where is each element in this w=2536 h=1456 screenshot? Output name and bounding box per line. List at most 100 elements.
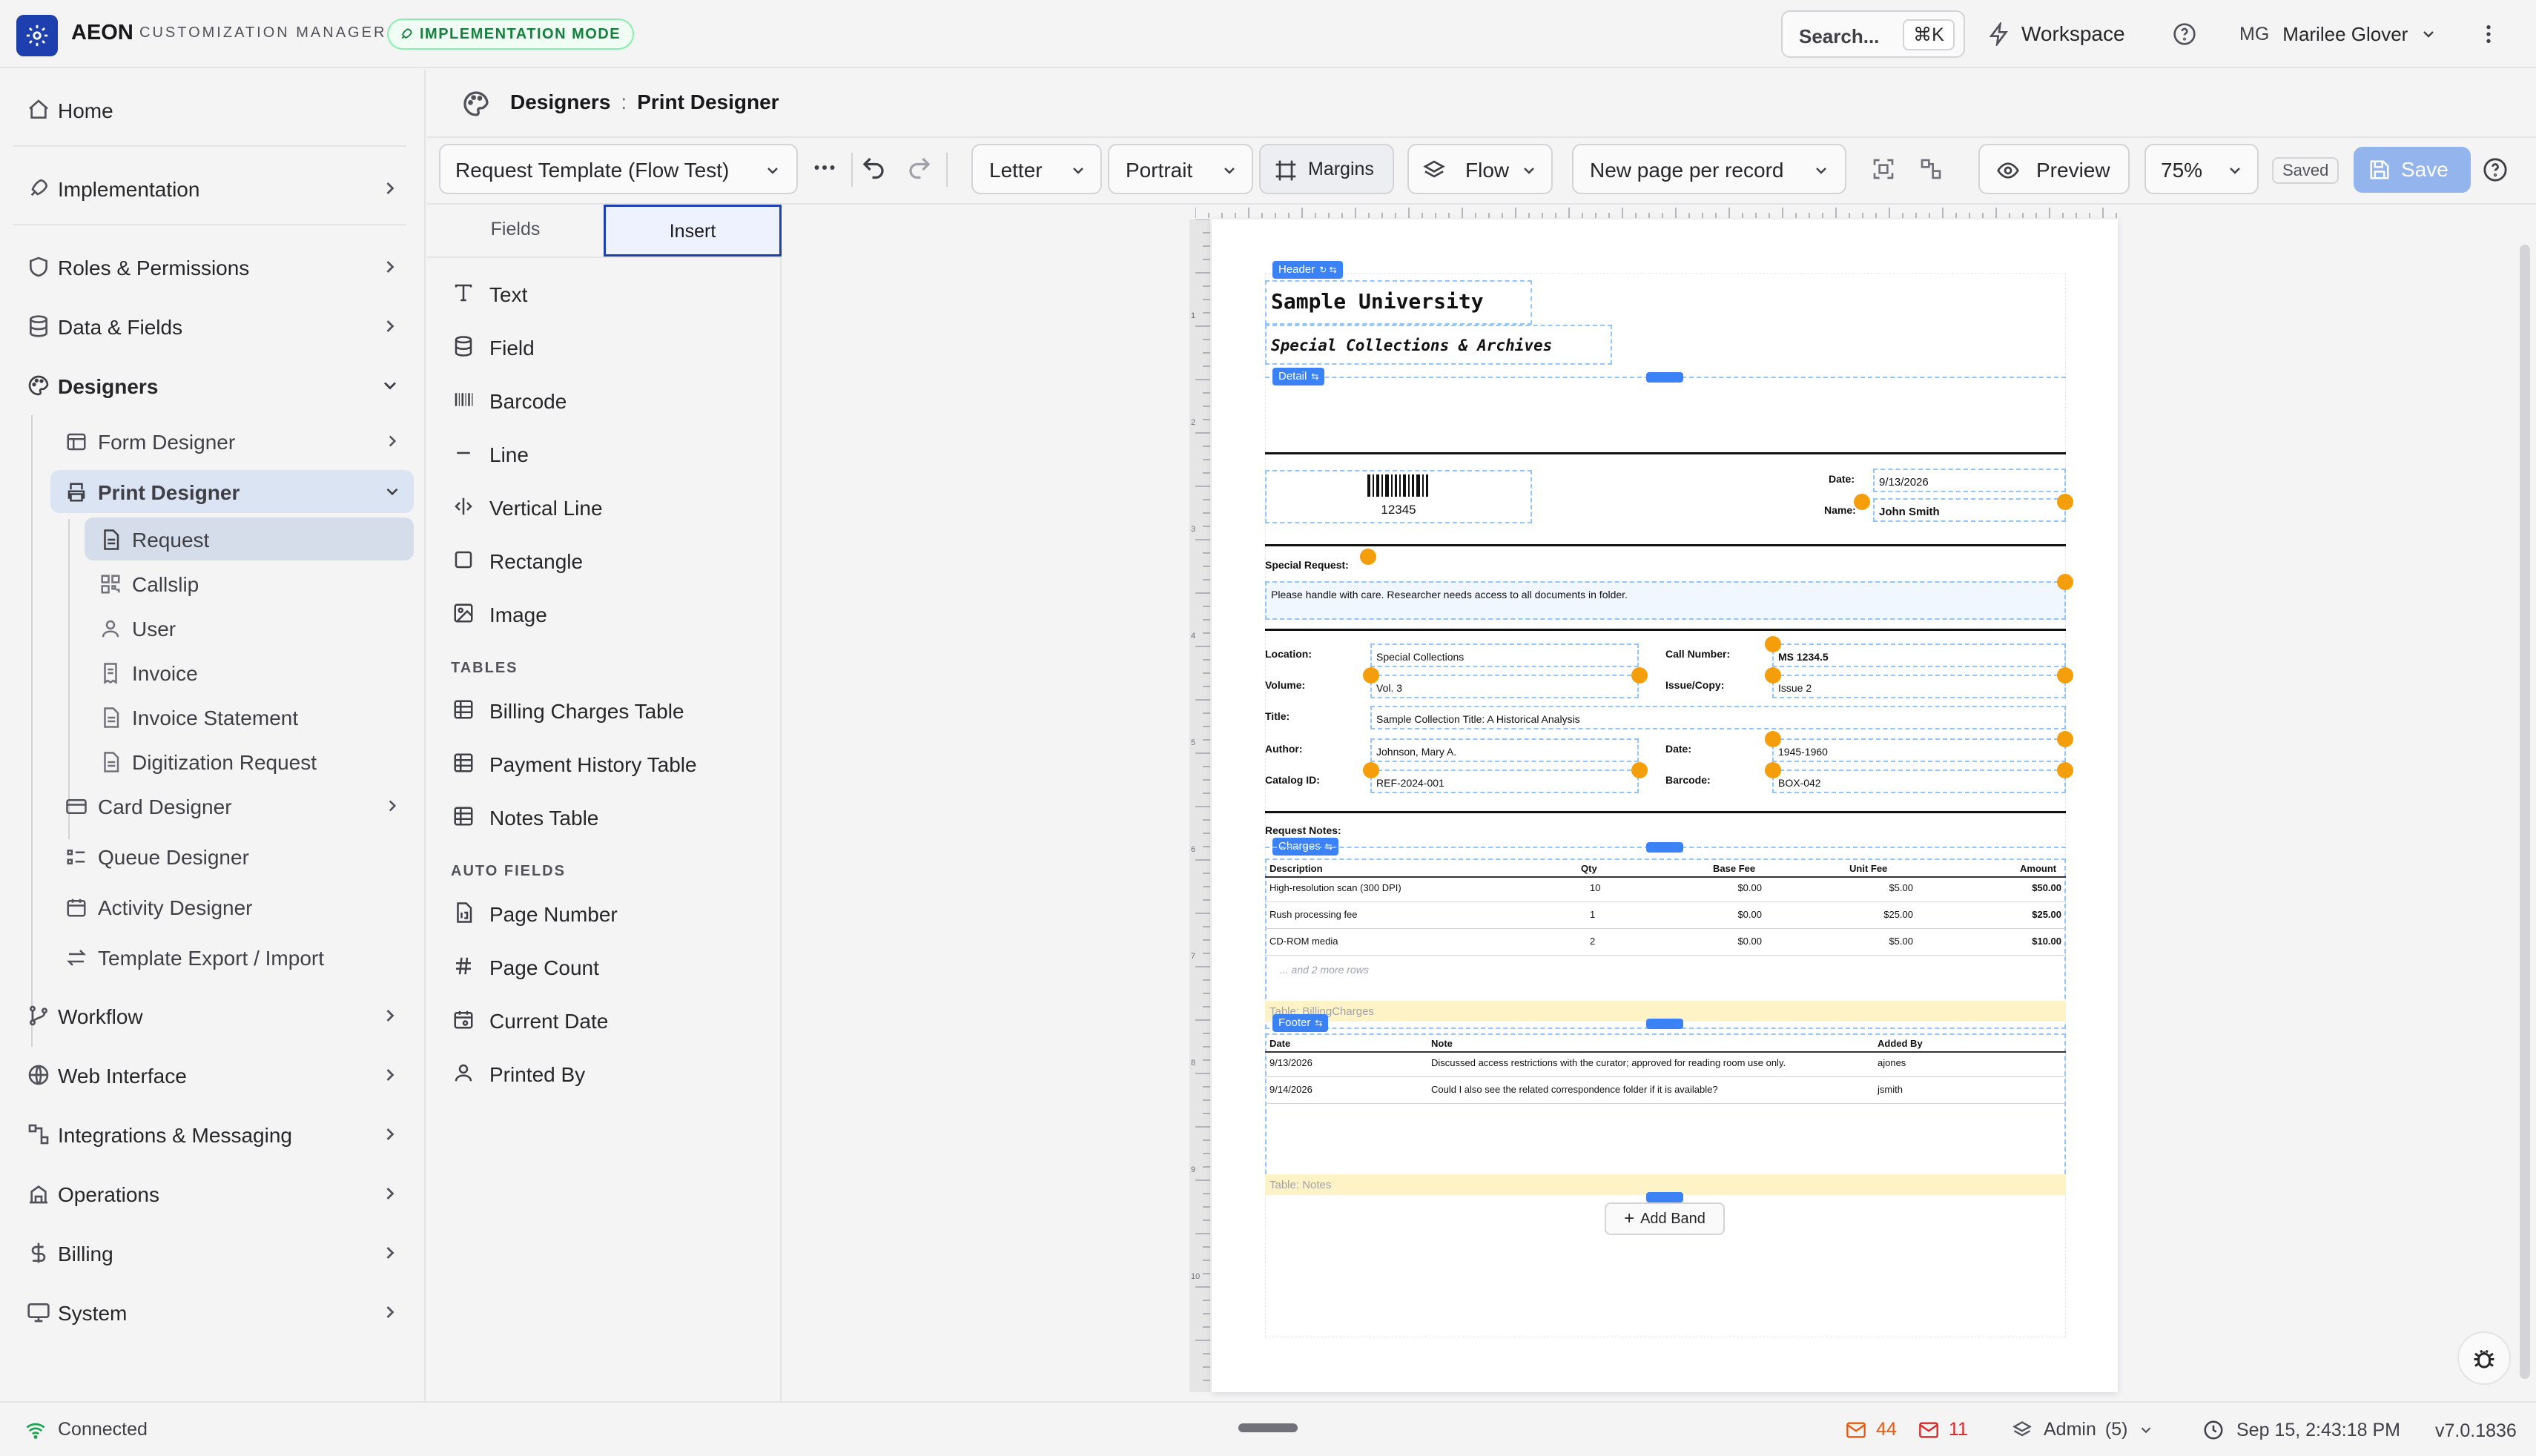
link-handle[interactable] [2057,574,2073,590]
header-band-tag[interactable]: Header ↻ ⇆ [1272,261,1343,279]
link-handle[interactable] [1765,762,1781,778]
date2-field[interactable]: 1945-1960 [1772,738,2066,762]
link-handle[interactable] [1765,667,1781,684]
print-page[interactable]: Header ↻ ⇆ Sample University Special Col… [1212,219,2118,1392]
print-item-invoice-statement[interactable]: Invoice Statement [85,695,414,738]
save-button[interactable]: Save [2354,147,2471,193]
print-item-user[interactable]: User [85,606,414,649]
barcode-box[interactable]: 12345 [1265,470,1532,523]
print-item-digitization-request[interactable]: Digitization Request [85,740,414,783]
insert-barcode[interactable]: Barcode [448,378,759,423]
insert-page-count[interactable]: Page Count [448,944,759,989]
help-button[interactable] [2173,12,2202,56]
insert-text[interactable]: Text [448,271,759,316]
insert-line[interactable]: Line [448,431,759,476]
sidebar-item-home[interactable]: Home [13,86,414,133]
canvas-scrollbar[interactable] [2520,245,2530,1379]
band-resize-handle[interactable] [1646,842,1683,853]
mail-queue-indicator[interactable]: 44 [1845,1419,1897,1440]
workspace-button[interactable]: Workspace [1987,12,2136,56]
insert-printed-by[interactable]: Printed By [448,1051,759,1096]
tab-fields[interactable]: Fields [427,205,604,257]
issue-field[interactable]: Issue 2 [1772,675,2066,698]
doc-title-box[interactable]: Sample University [1265,280,1532,325]
name-field[interactable]: John Smith [1873,498,2066,522]
redo-icon[interactable] [906,154,933,181]
band-resize-handle[interactable] [1646,1019,1683,1029]
paging-select[interactable]: New page per record [1572,144,1846,194]
call-number-field[interactable]: MS 1234.5 [1772,643,2066,667]
zoom-select[interactable]: 75% [2144,144,2259,194]
sidebar-item-template-export[interactable]: Template Export / Import [50,936,414,979]
print-item-request[interactable]: Request [85,517,414,560]
user-menu[interactable]: MG Marilee Glover [2239,12,2447,56]
sidebar-item-workflow[interactable]: Workflow [13,992,414,1039]
focus-icon[interactable] [1872,157,1895,181]
sidebar-item-form-designer[interactable]: Form Designer [50,420,414,463]
sidebar-item-billing[interactable]: Billing [13,1229,414,1277]
link-handle[interactable] [1363,762,1379,778]
special-request-box[interactable]: Please handle with care. Researcher need… [1265,581,2066,620]
link-handle[interactable] [2057,762,2073,778]
sidebar-item-activity-designer[interactable]: Activity Designer [50,885,414,928]
link-handle[interactable] [1765,731,1781,747]
sidebar-item-web-interface[interactable]: Web Interface [13,1051,414,1099]
undo-icon[interactable] [860,154,887,181]
app-logo[interactable] [16,15,58,56]
sidebar-item-data-fields[interactable]: Data & Fields [13,302,414,350]
sidebar-item-operations[interactable]: Operations [13,1170,414,1217]
layout-mode-select[interactable]: Flow [1407,144,1553,194]
link-handle[interactable] [2057,731,2073,747]
drag-handle[interactable] [1238,1423,1298,1432]
sidebar-item-designers[interactable]: Designers [13,362,414,409]
insert-vertical-line[interactable]: Vertical Line [448,485,759,529]
volume-field[interactable]: Vol. 3 [1370,675,1639,698]
link-handle[interactable] [1854,494,1870,510]
sidebar-item-print-designer[interactable]: Print Designer [50,470,414,513]
author-field[interactable]: Johnson, Mary A. [1370,738,1639,762]
detail-band-tag[interactable]: Detail ⇆ [1272,368,1325,385]
help-circle-icon[interactable] [2483,157,2508,182]
insert-image[interactable]: Image [448,592,759,636]
link-handle[interactable] [2057,667,2073,684]
sidebar-item-card-designer[interactable]: Card Designer [50,784,414,827]
footer-band-tag[interactable]: Footer ⇆ [1272,1014,1329,1032]
date-field[interactable]: 9/13/2026 [1873,469,2066,492]
notes-table[interactable] [1265,1033,2066,1182]
template-select[interactable]: Request Template (Flow Test) [439,144,798,194]
link-handle[interactable] [1360,549,1376,565]
tab-insert[interactable]: Insert [604,205,782,257]
sidebar-item-integrations[interactable]: Integrations & Messaging [13,1111,414,1158]
insert-current-date[interactable]: Current Date [448,998,759,1042]
print-item-invoice[interactable]: Invoice [85,651,414,694]
mail-error-indicator[interactable]: 11 [1918,1419,1968,1440]
barcode-field[interactable]: BOX-042 [1772,770,2066,793]
link-handle[interactable] [1631,667,1648,684]
band-resize-handle[interactable] [1646,372,1683,383]
link-handle[interactable] [1631,762,1648,778]
sidebar-item-roles[interactable]: Roles & Permissions [13,243,414,291]
band-resize-handle[interactable] [1646,1192,1683,1202]
insert-page-number[interactable]: Page Number [448,891,759,936]
insert-rectangle[interactable]: Rectangle [448,538,759,583]
margins-button[interactable]: Margins [1259,144,1394,194]
catalog-field[interactable]: REF-2024-001 [1370,770,1639,793]
link-handle[interactable] [1765,636,1781,652]
global-search[interactable]: Search... ⌘K [1781,10,1965,58]
more-menu-button[interactable] [2484,12,2506,56]
sidebar-item-implementation[interactable]: Implementation [13,165,414,212]
location-field[interactable]: Special Collections [1370,643,1639,667]
preview-button[interactable]: Preview [1978,144,2130,194]
insert-notes-table[interactable]: Notes Table [448,795,759,839]
doc-subtitle-box[interactable]: Special Collections & Archives [1265,325,1612,365]
insert-billing-charges-table[interactable]: Billing Charges Table [448,688,759,732]
insert-payment-history-table[interactable]: Payment History Table [448,741,759,786]
group-icon[interactable] [1919,157,1943,181]
title-field[interactable]: Sample Collection Title: A Historical An… [1370,706,2066,729]
paper-size-select[interactable]: Letter [971,144,1102,194]
breadcrumb-section[interactable]: Designers [510,90,610,114]
link-handle[interactable] [2057,494,2073,510]
insert-field[interactable]: Field [448,325,759,369]
more-horizontal-icon[interactable] [811,154,838,181]
link-handle[interactable] [1363,667,1379,684]
